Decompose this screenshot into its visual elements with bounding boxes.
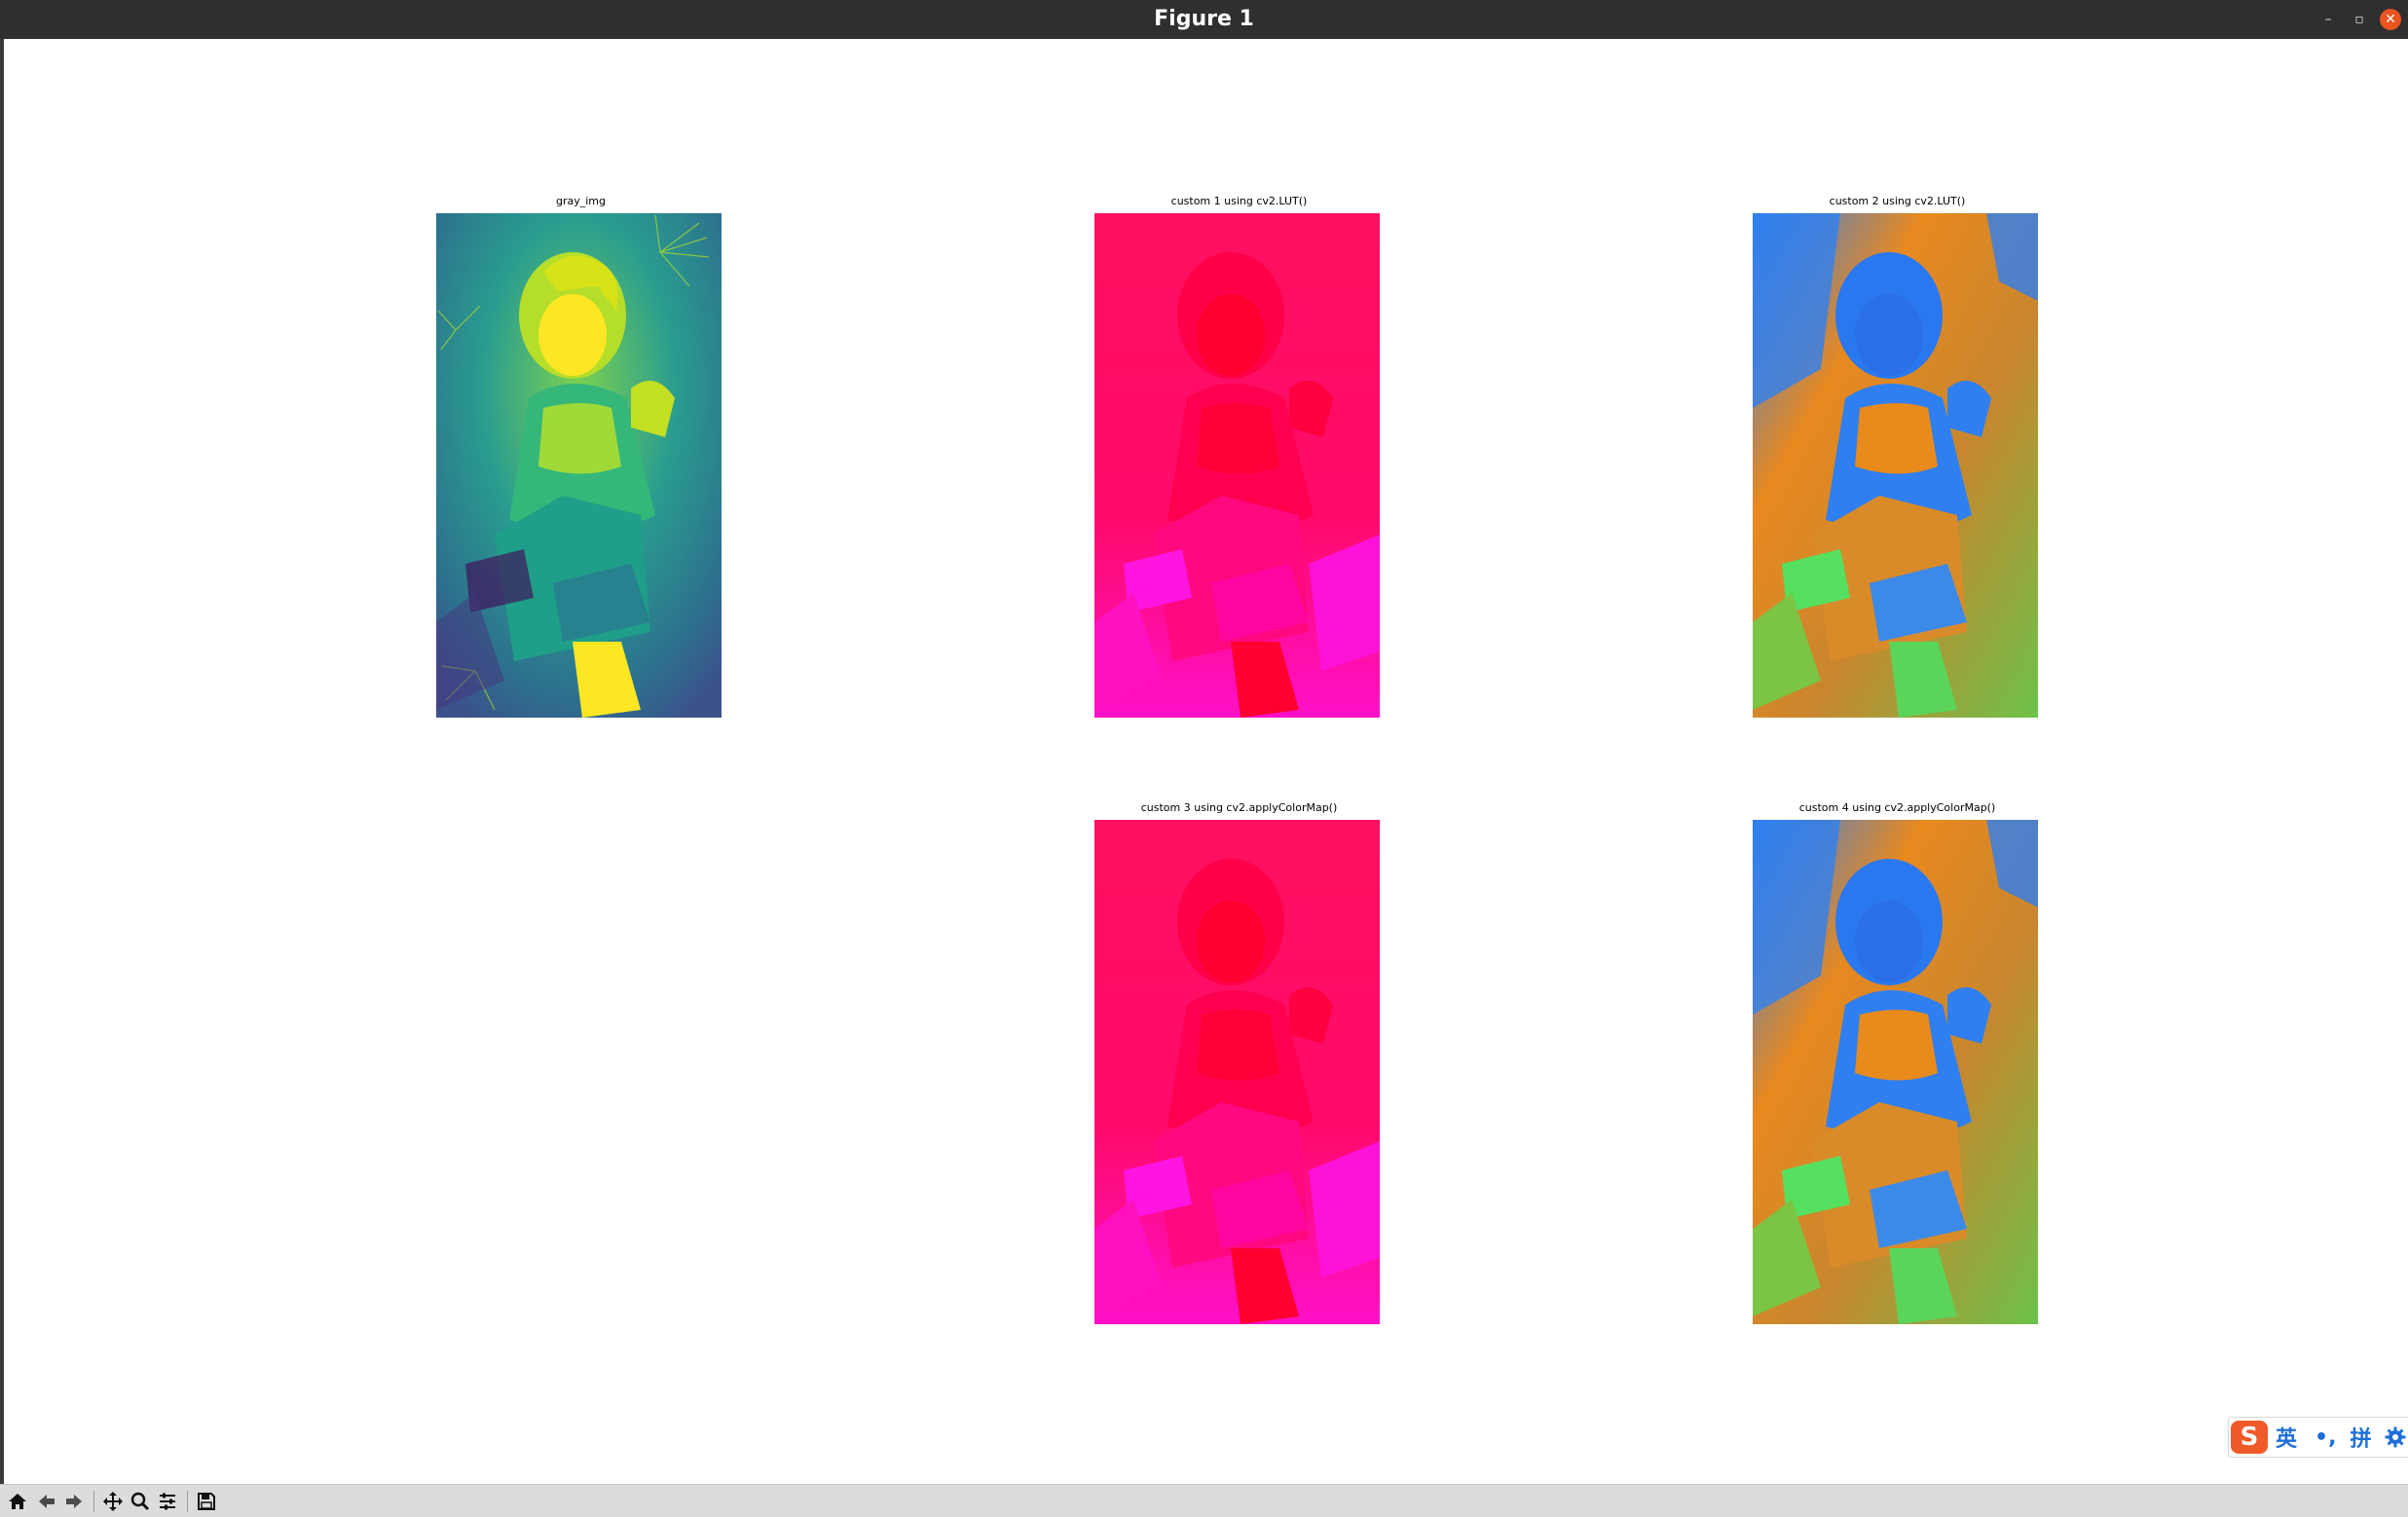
zoom-icon[interactable] (129, 1490, 152, 1513)
home-icon[interactable] (6, 1490, 29, 1513)
image-panel-gray[interactable] (436, 213, 722, 718)
minimize-button[interactable]: – (2317, 9, 2339, 30)
ime-input-mode[interactable]: 拼 (2350, 1422, 2371, 1453)
image-panel-custom-2[interactable] (1753, 213, 2038, 718)
input-method-widget[interactable]: S 英 •, 拼 (2228, 1417, 2408, 1458)
subplot-title-custom-1: custom 1 using cv2.LUT() (1170, 195, 1308, 207)
close-button[interactable]: ✕ (2380, 9, 2401, 30)
figure-canvas[interactable]: gray_img custom 1 using cv2.LUT() custom… (4, 39, 2408, 1484)
image-panel-custom-1[interactable] (1094, 213, 1380, 718)
custom-4-image (1753, 820, 2038, 1324)
gray-image (436, 213, 722, 718)
ime-punctuation-toggle[interactable]: •, (2315, 1425, 2336, 1450)
custom-1-image (1094, 213, 1380, 718)
window-title: Figure 1 (1154, 7, 1254, 31)
configure-subplots-icon[interactable] (156, 1490, 179, 1513)
figure-window: Figure 1 – ▫ ✕ gray_img custom 1 using c… (0, 0, 2408, 1517)
title-bar[interactable]: Figure 1 – ▫ ✕ (0, 0, 2408, 39)
maximize-button[interactable]: ▫ (2349, 9, 2370, 30)
gear-icon[interactable] (2385, 1426, 2406, 1448)
subplot-title-gray-img: gray_img (555, 195, 606, 207)
custom-2-image (1753, 213, 2038, 718)
subplot-title-custom-4: custom 4 using cv2.applyColorMap() (1798, 801, 1996, 814)
save-icon[interactable] (195, 1490, 218, 1513)
subplot-title-custom-3: custom 3 using cv2.applyColorMap() (1140, 801, 1338, 814)
sogou-logo[interactable]: S (2231, 1421, 2268, 1454)
image-panel-custom-4[interactable] (1753, 820, 2038, 1324)
ime-language-toggle[interactable]: 英 (2276, 1422, 2297, 1453)
navigation-toolbar (0, 1484, 2408, 1517)
back-icon[interactable] (35, 1490, 58, 1513)
toolbar-separator (93, 1491, 94, 1512)
pan-icon[interactable] (101, 1490, 125, 1513)
forward-icon[interactable] (62, 1490, 86, 1513)
image-panel-custom-3[interactable] (1094, 820, 1380, 1324)
toolbar-separator (187, 1491, 188, 1512)
subplot-title-custom-2: custom 2 using cv2.LUT() (1829, 195, 1966, 207)
custom-3-image (1094, 820, 1380, 1324)
